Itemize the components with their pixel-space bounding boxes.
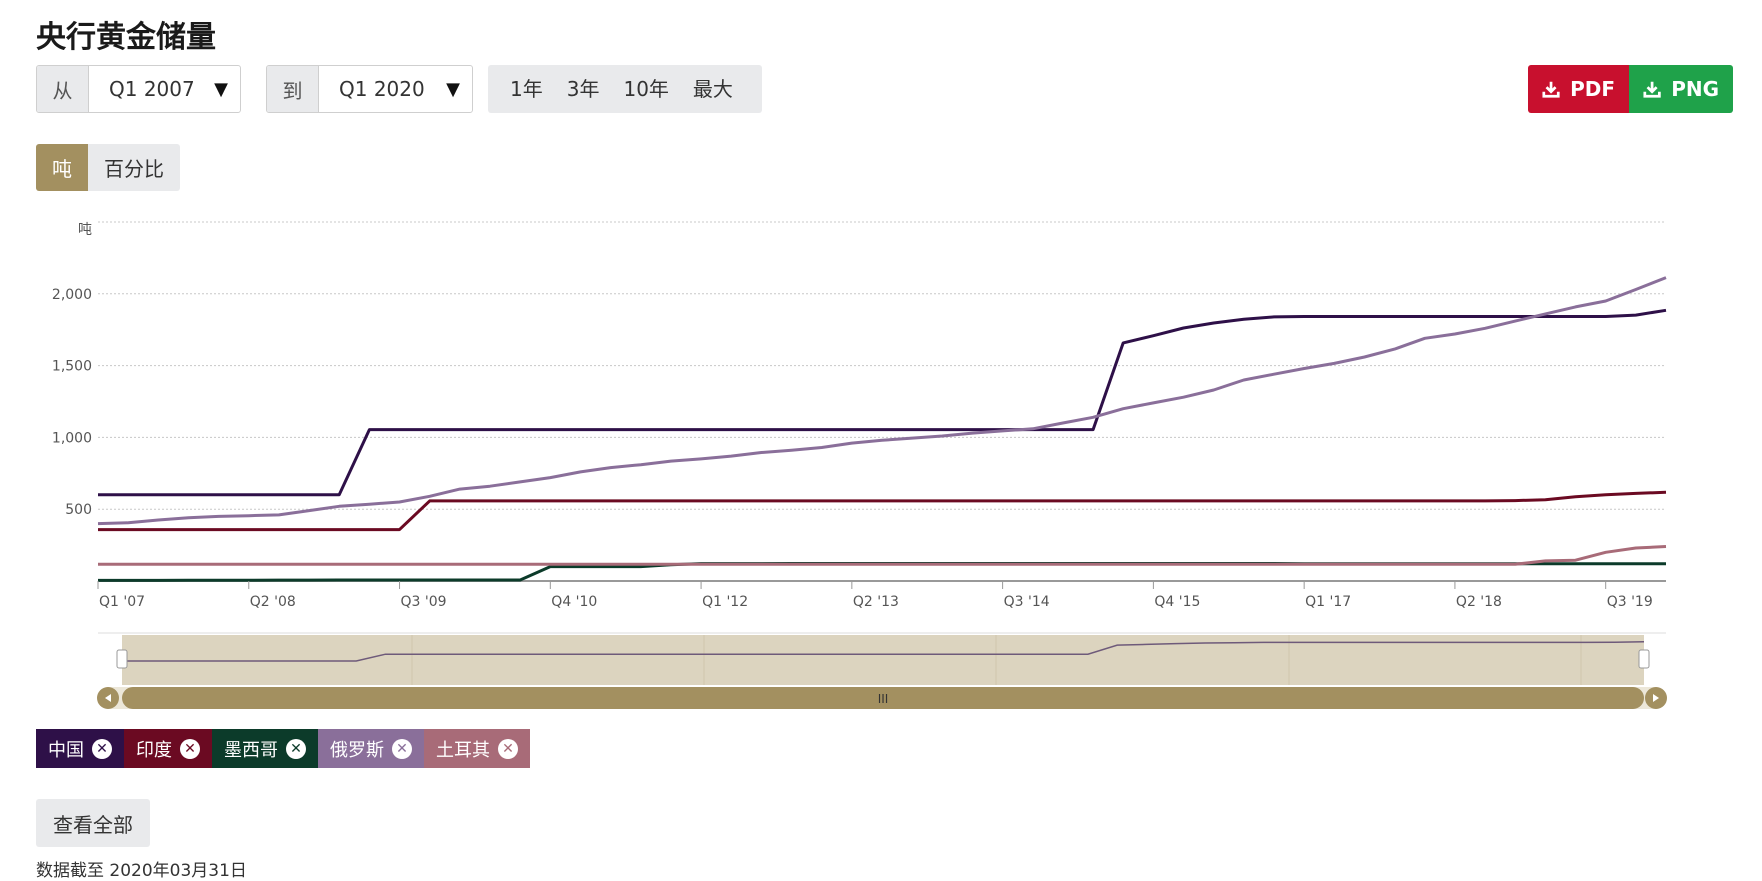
- series-line-4[interactable]: [98, 545, 1667, 566]
- unit-toggle-group: 吨 百分比: [36, 144, 180, 191]
- legend-label: 土耳其: [436, 739, 490, 761]
- pdf-label: PDF: [1570, 77, 1615, 101]
- chevron-down-icon: ▼: [446, 78, 460, 100]
- download-png-button[interactable]: PNG: [1629, 65, 1733, 113]
- remove-icon[interactable]: ✕: [92, 738, 112, 759]
- range-navigator: III: [97, 632, 1667, 709]
- x-axis-ticks: Q1 '07 Q2 '08 Q3 '09 Q4 '10 Q1 '12 Q2 '13 Q3 '…: [97, 581, 1653, 610]
- remove-icon[interactable]: ✕: [498, 738, 518, 759]
- y-tick-label: 1,500: [52, 359, 92, 375]
- view-all-button[interactable]: 查看全部: [36, 799, 150, 847]
- unit-tons-button[interactable]: 吨: [36, 144, 88, 191]
- to-range-group: 到 Q1 2020 ▼: [266, 65, 473, 113]
- x-tick-label: Q3 '14: [1004, 594, 1050, 610]
- y-axis-ticks: 500 1,000 1,500 2,000: [52, 287, 92, 518]
- legend-label: 印度: [136, 739, 172, 761]
- x-tick-label: Q1 '12: [702, 594, 748, 610]
- legend-item-china[interactable]: 中国 ✕: [36, 729, 124, 768]
- x-tick-label: Q2 '13: [853, 594, 899, 610]
- download-pdf-button[interactable]: PDF: [1528, 65, 1629, 113]
- x-tick-label: Q2 '18: [1456, 594, 1502, 610]
- chevron-down-icon: ▼: [214, 78, 228, 100]
- legend-item-india[interactable]: 印度 ✕: [124, 729, 212, 768]
- x-tick-label: Q1 '17: [1305, 594, 1351, 610]
- legend-item-russia[interactable]: 俄罗斯 ✕: [318, 729, 424, 768]
- series-line-2[interactable]: [98, 562, 1666, 582]
- navigator-left-handle[interactable]: [116, 649, 128, 669]
- period-button-group: 1年 3年 10年 最大: [488, 65, 762, 113]
- x-tick-label: Q4 '10: [551, 594, 597, 610]
- x-tick-label: Q2 '08: [250, 594, 296, 610]
- legend-label: 中国: [48, 739, 84, 761]
- x-tick-label: Q3 '19: [1607, 594, 1653, 610]
- data-date-note: 数据截至 2020年03月31日: [36, 861, 247, 881]
- to-prefix-label: 到: [267, 66, 319, 112]
- x-tick-label: Q1 '07: [99, 594, 145, 610]
- y-axis-label: 吨: [78, 222, 92, 238]
- gold-reserves-chart: 5001,0001,5002,000 吨 Q1 '07 Q2 '08 Q3 '09 Q…: [52, 221, 1667, 709]
- unit-percent-button[interactable]: 百分比: [88, 144, 180, 191]
- legend-label: 墨西哥: [224, 739, 278, 761]
- remove-icon[interactable]: ✕: [392, 738, 412, 759]
- from-range-group: 从 Q1 2007 ▼: [36, 65, 241, 113]
- legend-label: 俄罗斯: [330, 739, 384, 761]
- y-tick-label: 1,000: [52, 430, 92, 446]
- from-quarter-value: Q1 2007: [109, 77, 195, 101]
- legend: 中国 ✕ 印度 ✕ 墨西哥 ✕ 俄罗斯 ✕ 土耳其 ✕: [36, 729, 530, 768]
- legend-item-turkey[interactable]: 土耳其 ✕: [424, 729, 530, 768]
- remove-icon[interactable]: ✕: [286, 738, 306, 759]
- remove-icon[interactable]: ✕: [180, 738, 200, 759]
- series-lines: [97, 276, 1667, 582]
- download-icon: [1542, 81, 1560, 98]
- from-prefix-label: 从: [37, 66, 89, 112]
- download-icon: [1643, 81, 1661, 98]
- series-line-1[interactable]: [98, 490, 1667, 532]
- png-label: PNG: [1671, 77, 1719, 101]
- legend-item-mexico[interactable]: 墨西哥 ✕: [212, 729, 318, 768]
- to-quarter-select[interactable]: Q1 2020 ▼: [319, 66, 472, 112]
- period-10y-button[interactable]: 10年: [611, 65, 680, 113]
- from-quarter-select[interactable]: Q1 2007 ▼: [89, 66, 240, 112]
- scrollbar-grip-icon: III: [878, 692, 889, 706]
- y-tick-label: 2,000: [52, 287, 92, 303]
- to-quarter-value: Q1 2020: [339, 77, 425, 101]
- navigator-right-handle[interactable]: [1638, 649, 1650, 669]
- page-title: 央行黄金储量: [36, 20, 216, 55]
- series-line-3[interactable]: [97, 276, 1667, 526]
- download-button-group: PDF PNG: [1528, 65, 1733, 113]
- period-1y-button[interactable]: 1年: [498, 65, 555, 113]
- y-tick-label: 500: [65, 502, 92, 518]
- x-tick-label: Q3 '09: [401, 594, 447, 610]
- period-3y-button[interactable]: 3年: [555, 65, 612, 113]
- period-max-button[interactable]: 最大: [681, 65, 745, 113]
- x-tick-label: Q4 '15: [1154, 594, 1200, 610]
- grid-lines: [98, 221, 1666, 582]
